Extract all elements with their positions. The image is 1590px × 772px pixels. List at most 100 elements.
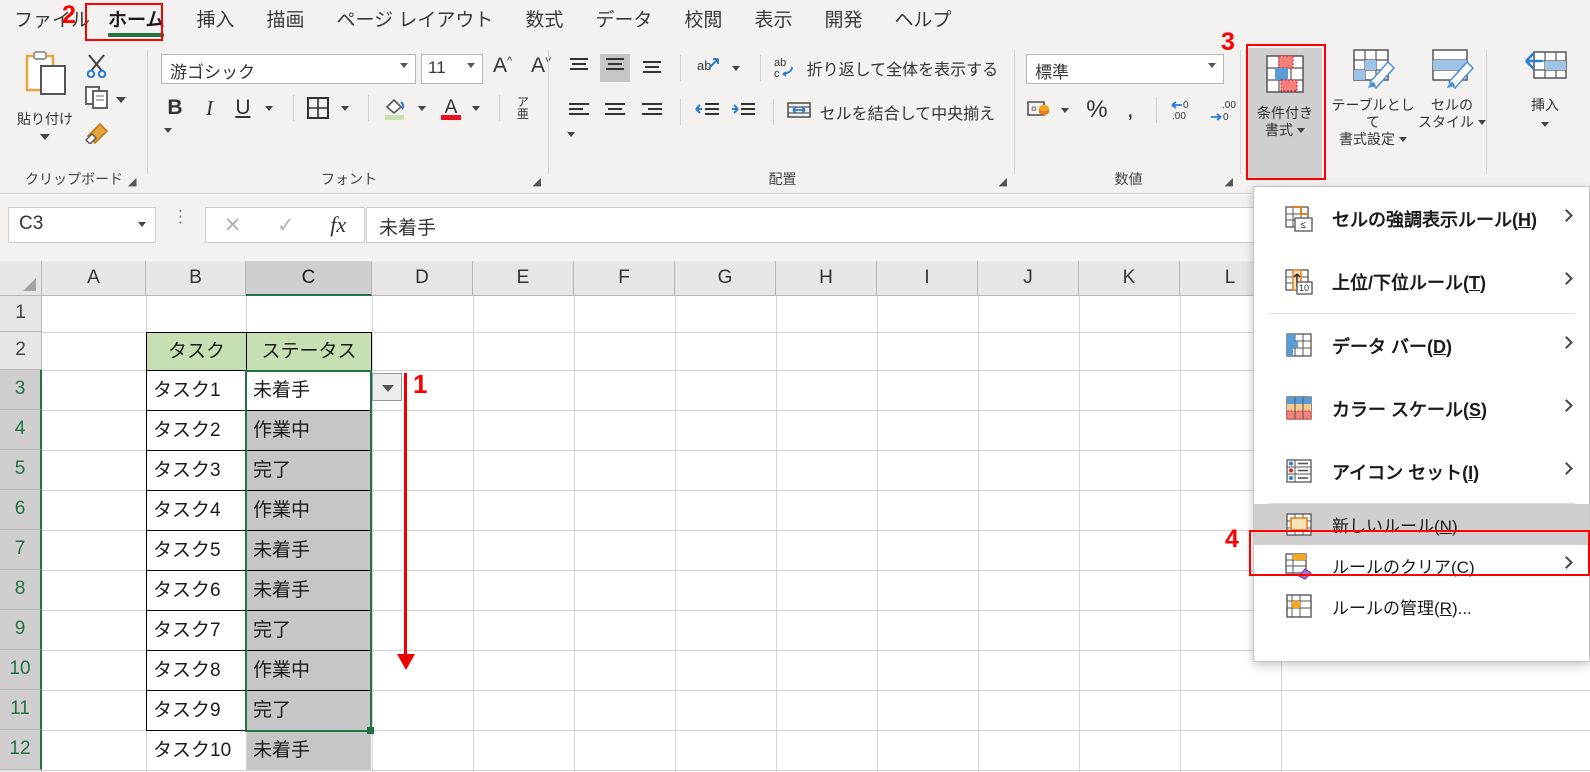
cell-C8[interactable]: 未着手 bbox=[247, 571, 371, 610]
comma-style-button[interactable]: , bbox=[1118, 96, 1142, 124]
row-header-4[interactable]: 4 bbox=[0, 410, 42, 450]
cell-B4[interactable]: タスク2 bbox=[147, 411, 246, 450]
alignment-dialog-launcher[interactable]: ◢ bbox=[999, 175, 1007, 188]
row-header-8[interactable]: 8 bbox=[0, 570, 42, 610]
column-header-B[interactable]: B bbox=[146, 261, 246, 296]
format-as-table-button[interactable]: テーブルとして 書式設定 bbox=[1330, 48, 1416, 148]
copy-button[interactable] bbox=[84, 84, 110, 115]
align-bottom-button[interactable] bbox=[637, 54, 667, 82]
menu-item-top-bottom-rules[interactable]: 10 上位/下位ルール(T) bbox=[1254, 250, 1589, 313]
row-header-1[interactable]: 1 bbox=[0, 296, 42, 332]
ribbon-tab-8[interactable]: 表示 bbox=[738, 0, 808, 42]
number-format-combobox[interactable]: 標準 bbox=[1026, 54, 1224, 84]
phonetic-dropdown-icon[interactable] bbox=[164, 128, 172, 134]
column-header-K[interactable]: K bbox=[1079, 261, 1180, 296]
increase-indent-button[interactable] bbox=[729, 98, 759, 126]
align-right-button[interactable] bbox=[637, 98, 667, 126]
column-header-H[interactable]: H bbox=[776, 261, 877, 296]
font-dialog-launcher[interactable]: ◢ bbox=[533, 175, 541, 188]
copy-dropdown[interactable] bbox=[116, 90, 126, 108]
fill-color-button[interactable] bbox=[381, 94, 409, 122]
ribbon-tab-7[interactable]: 校閲 bbox=[668, 0, 738, 42]
cell-B7[interactable]: タスク5 bbox=[147, 531, 246, 570]
format-painter-button[interactable] bbox=[84, 118, 112, 149]
menu-item-icon-sets[interactable]: アイコン セット(I) bbox=[1254, 440, 1589, 503]
menu-item-manage-rules[interactable]: ルールの管理(R)... bbox=[1254, 586, 1589, 627]
cell-B10[interactable]: タスク8 bbox=[147, 651, 246, 690]
insert-function-icon[interactable]: fx bbox=[330, 212, 346, 238]
cell-C10[interactable]: 作業中 bbox=[247, 651, 371, 690]
select-all-corner[interactable] bbox=[0, 261, 42, 296]
column-header-A[interactable]: A bbox=[42, 261, 146, 296]
row-header-5[interactable]: 5 bbox=[0, 450, 42, 490]
align-left-button[interactable] bbox=[564, 98, 594, 126]
cell-B6[interactable]: タスク4 bbox=[147, 491, 246, 530]
row-header-7[interactable]: 7 bbox=[0, 530, 42, 570]
align-middle-button[interactable] bbox=[600, 54, 631, 82]
percent-style-button[interactable]: % bbox=[1082, 96, 1112, 124]
column-header-I[interactable]: I bbox=[877, 261, 978, 296]
menu-item-clear-rules[interactable]: ルールのクリア(C) bbox=[1254, 545, 1589, 586]
menu-item-color-scales[interactable]: カラー スケール(S) bbox=[1254, 377, 1589, 440]
borders-dropdown-icon[interactable] bbox=[340, 105, 349, 111]
row-header-11[interactable]: 11 bbox=[0, 690, 42, 730]
conditional-formatting-menu[interactable]: ≤ セルの強調表示ルール(H) 10 上位/下位ルール(T) データ バー(D) カラー … bbox=[1253, 186, 1590, 662]
row-header-3[interactable]: 3 bbox=[0, 370, 42, 410]
ribbon-tab-4[interactable]: ページ レイアウト bbox=[320, 0, 509, 42]
cell-B3[interactable]: タスク1 bbox=[147, 371, 246, 410]
ribbon-tab-9[interactable]: 開発 bbox=[808, 0, 878, 42]
formula-bar-grip[interactable]: ⋮ bbox=[172, 208, 189, 225]
column-header-C[interactable]: C bbox=[246, 261, 372, 296]
ribbon-tab-10[interactable]: ヘルプ bbox=[878, 0, 967, 42]
conditional-formatting-button[interactable]: 条件付き 書式 bbox=[1248, 48, 1322, 178]
cell-styles-button[interactable]: セルの スタイル bbox=[1418, 48, 1486, 131]
enter-check-icon[interactable]: ✓ bbox=[277, 213, 295, 238]
cell-C9[interactable]: 完了 bbox=[247, 611, 371, 650]
row-header-9[interactable]: 9 bbox=[0, 610, 42, 650]
cell-C3[interactable]: 未着手 bbox=[247, 371, 371, 410]
cell-B2[interactable]: タスク bbox=[147, 333, 246, 370]
cell-B12[interactable]: タスク10 bbox=[147, 731, 246, 770]
cell-C5[interactable]: 完了 bbox=[247, 451, 371, 490]
column-header-D[interactable]: D bbox=[372, 261, 473, 296]
italic-button[interactable]: I bbox=[195, 96, 223, 121]
cell-B8[interactable]: タスク6 bbox=[147, 571, 246, 610]
ribbon-tab-1[interactable]: ホーム bbox=[92, 0, 180, 42]
font-size-combobox[interactable]: 11 bbox=[421, 54, 483, 84]
menu-item-new-rule[interactable]: 新しいルール(N)... bbox=[1254, 504, 1589, 545]
cancel-x-icon[interactable]: ✕ bbox=[224, 213, 242, 238]
clipboard-dialog-launcher[interactable]: ◢ bbox=[128, 175, 136, 188]
underline-button[interactable]: U bbox=[230, 96, 256, 120]
cell-C4[interactable]: 作業中 bbox=[247, 411, 371, 450]
increase-font-size-button[interactable]: A^ bbox=[493, 54, 512, 78]
accounting-format-button[interactable]: ¤ bbox=[1026, 97, 1052, 123]
row-header-6[interactable]: 6 bbox=[0, 490, 42, 530]
merge-center-button[interactable] bbox=[785, 98, 813, 126]
column-header-J[interactable]: J bbox=[978, 261, 1079, 296]
menu-item-data-bars[interactable]: データ バー(D) bbox=[1254, 314, 1589, 377]
align-center-button[interactable] bbox=[600, 98, 630, 126]
cell-C12[interactable]: 未着手 bbox=[247, 731, 371, 770]
font-color-button[interactable]: A bbox=[439, 94, 463, 122]
cell-C11[interactable]: 完了 bbox=[247, 691, 371, 730]
insert-cells-button[interactable]: 挿入 bbox=[1508, 48, 1582, 131]
cell-C6[interactable]: 作業中 bbox=[247, 491, 371, 530]
accounting-dropdown-icon[interactable] bbox=[1061, 107, 1070, 113]
underline-dropdown-icon[interactable] bbox=[265, 105, 274, 111]
decrease-decimal-button[interactable]: .00 0 bbox=[1207, 97, 1239, 123]
fill-color-dropdown-icon[interactable] bbox=[418, 105, 427, 111]
ribbon-tab-5[interactable]: 数式 bbox=[509, 0, 579, 42]
ribbon-tab-6[interactable]: データ bbox=[579, 0, 668, 42]
cell-C7[interactable]: 未着手 bbox=[247, 531, 371, 570]
row-header-10[interactable]: 10 bbox=[0, 650, 42, 690]
cut-button[interactable] bbox=[84, 52, 110, 83]
paste-button[interactable]: 貼り付け bbox=[14, 50, 76, 145]
menu-item-highlight-cells-rules[interactable]: ≤ セルの強調表示ルール(H) bbox=[1254, 187, 1589, 250]
align-top-button[interactable] bbox=[564, 54, 594, 82]
fill-handle[interactable] bbox=[367, 727, 374, 734]
row-header-12[interactable]: 12 bbox=[0, 730, 42, 770]
ribbon-tab-2[interactable]: 挿入 bbox=[180, 0, 250, 42]
ribbon-tab-0[interactable]: ファイル bbox=[0, 0, 92, 42]
ribbon-tab-3[interactable]: 描画 bbox=[250, 0, 320, 42]
cell-C2[interactable]: ステータス bbox=[247, 333, 371, 370]
